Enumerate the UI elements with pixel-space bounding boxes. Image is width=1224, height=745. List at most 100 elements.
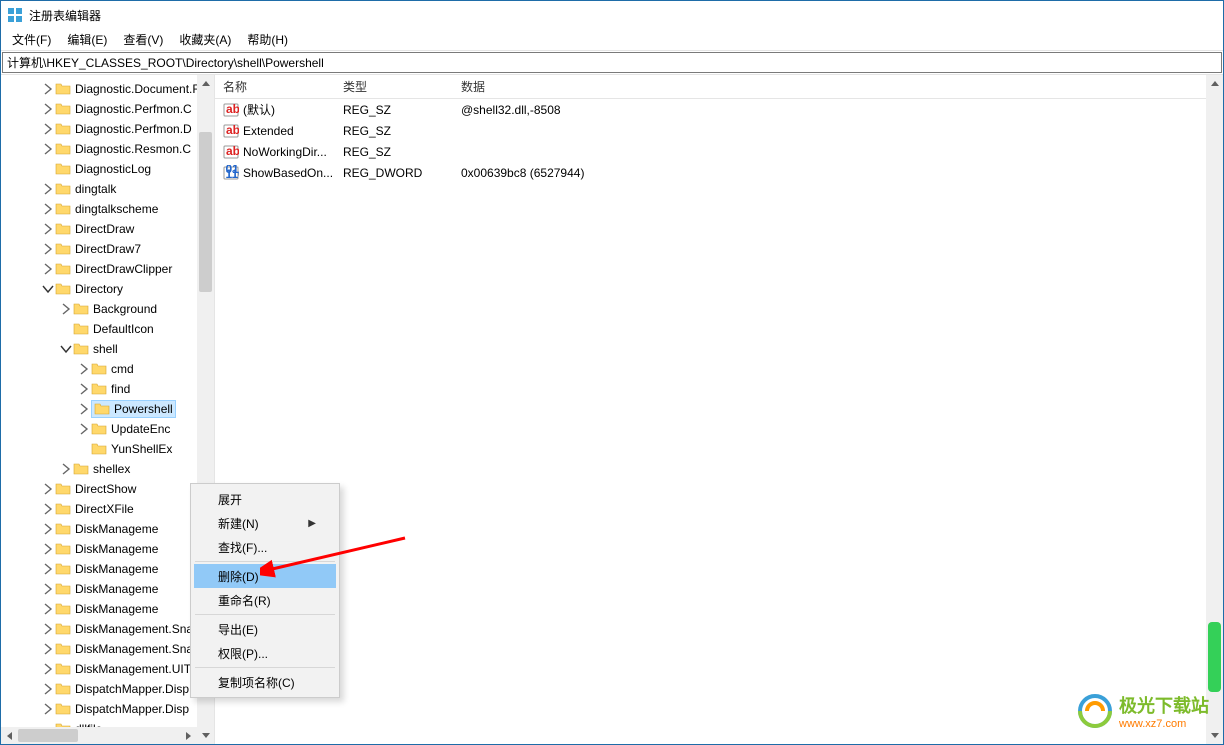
- scroll-thumb[interactable]: [199, 132, 212, 292]
- scroll-thumb[interactable]: [1208, 622, 1221, 692]
- chevron-right-icon[interactable]: [41, 542, 55, 556]
- chevron-right-icon[interactable]: [41, 702, 55, 716]
- tree-item[interactable]: Diagnostic.Document.F: [1, 79, 214, 99]
- tree-item[interactable]: DirectDraw: [1, 219, 214, 239]
- chevron-down-icon[interactable]: [59, 342, 73, 356]
- tree-item[interactable]: DispatchMapper.Disp: [1, 699, 214, 719]
- tree-item[interactable]: DiskManageme: [1, 599, 214, 619]
- chevron-right-icon[interactable]: [41, 522, 55, 536]
- chevron-right-icon[interactable]: [41, 482, 55, 496]
- chevron-right-icon[interactable]: [41, 642, 55, 656]
- tree-item[interactable]: Directory: [1, 279, 214, 299]
- tree-item[interactable]: DiskManageme: [1, 539, 214, 559]
- scroll-track[interactable]: [18, 727, 180, 744]
- list-row[interactable]: ShowBasedOn...REG_DWORD0x00639bc8 (65279…: [215, 162, 1223, 183]
- chevron-right-icon[interactable]: [41, 262, 55, 276]
- scroll-up-icon[interactable]: [197, 75, 214, 92]
- tree-item[interactable]: Diagnostic.Perfmon.D: [1, 119, 214, 139]
- chevron-down-icon[interactable]: [41, 282, 55, 296]
- tree-item[interactable]: DirectDraw7: [1, 239, 214, 259]
- chevron-right-icon[interactable]: [41, 122, 55, 136]
- tree-item[interactable]: DiskManageme: [1, 559, 214, 579]
- col-header-data[interactable]: 数据: [453, 78, 1223, 95]
- tree-item[interactable]: DefaultIcon: [1, 319, 214, 339]
- menu-separator: [195, 614, 335, 615]
- chevron-right-icon[interactable]: [41, 602, 55, 616]
- chevron-right-icon[interactable]: [41, 202, 55, 216]
- list-vscrollbar[interactable]: [1206, 75, 1223, 744]
- tree-item[interactable]: DirectXFile: [1, 499, 214, 519]
- chevron-right-icon[interactable]: [59, 462, 73, 476]
- chevron-right-icon[interactable]: [77, 362, 91, 376]
- tree-hscrollbar[interactable]: [1, 727, 197, 744]
- scroll-up-icon[interactable]: [1206, 75, 1223, 92]
- scroll-thumb[interactable]: [18, 729, 78, 742]
- scroll-right-icon[interactable]: [180, 727, 197, 744]
- titlebar[interactable]: 注册表编辑器: [1, 1, 1223, 29]
- menu-item[interactable]: 帮助(H): [240, 29, 295, 50]
- tree-item[interactable]: find: [1, 379, 214, 399]
- context-menu-item[interactable]: 查找(F)...: [194, 535, 336, 559]
- scroll-down-icon[interactable]: [197, 727, 214, 744]
- tree-item[interactable]: dingtalk: [1, 179, 214, 199]
- context-menu-item[interactable]: 删除(D): [194, 564, 336, 588]
- chevron-right-icon[interactable]: [77, 422, 91, 436]
- context-menu-item[interactable]: 导出(E): [194, 617, 336, 641]
- tree-item[interactable]: Diagnostic.Resmon.C: [1, 139, 214, 159]
- menu-item[interactable]: 收藏夹(A): [172, 29, 238, 50]
- tree-item[interactable]: DispatchMapper.Disp: [1, 679, 214, 699]
- menu-item[interactable]: 编辑(E): [60, 29, 114, 50]
- tree-item[interactable]: DiskManagement.Sna: [1, 639, 214, 659]
- chevron-right-icon[interactable]: [41, 142, 55, 156]
- folder-icon: [55, 521, 71, 537]
- value-string-icon: [223, 102, 239, 118]
- list-row[interactable]: NoWorkingDir...REG_SZ: [215, 141, 1223, 162]
- tree-item[interactable]: DiagnosticLog: [1, 159, 214, 179]
- chevron-right-icon[interactable]: [41, 502, 55, 516]
- tree-item[interactable]: UpdateEnc: [1, 419, 214, 439]
- chevron-right-icon[interactable]: [41, 242, 55, 256]
- scroll-left-icon[interactable]: [1, 727, 18, 744]
- menu-item[interactable]: 文件(F): [5, 29, 58, 50]
- tree-item[interactable]: shell: [1, 339, 214, 359]
- context-menu-item[interactable]: 权限(P)...: [194, 641, 336, 665]
- tree-item[interactable]: DirectDrawClipper: [1, 259, 214, 279]
- context-menu-item[interactable]: 重命名(R): [194, 588, 336, 612]
- tree-item[interactable]: Background: [1, 299, 214, 319]
- col-header-name[interactable]: 名称: [215, 78, 335, 95]
- tree-item[interactable]: shellex: [1, 459, 214, 479]
- scroll-track[interactable]: [1206, 92, 1223, 727]
- chevron-right-icon[interactable]: [77, 382, 91, 396]
- chevron-right-icon[interactable]: [41, 182, 55, 196]
- address-input[interactable]: [2, 52, 1222, 73]
- tree-item[interactable]: cmd: [1, 359, 214, 379]
- chevron-right-icon[interactable]: [41, 82, 55, 96]
- tree-item[interactable]: DiskManagement.Sna: [1, 619, 214, 639]
- context-menu-item[interactable]: 新建(N)▶: [194, 511, 336, 535]
- chevron-right-icon[interactable]: [41, 222, 55, 236]
- context-menu-item[interactable]: 展开: [194, 487, 336, 511]
- tree-item[interactable]: DiskManageme: [1, 519, 214, 539]
- tree-item[interactable]: DiskManagement.UIT: [1, 659, 214, 679]
- list-row[interactable]: ExtendedREG_SZ: [215, 120, 1223, 141]
- chevron-right-icon[interactable]: [41, 102, 55, 116]
- chevron-right-icon[interactable]: [41, 622, 55, 636]
- chevron-right-icon[interactable]: [59, 302, 73, 316]
- chevron-right-icon[interactable]: [41, 662, 55, 676]
- menu-item[interactable]: 查看(V): [116, 29, 170, 50]
- chevron-right-icon[interactable]: [41, 682, 55, 696]
- tree-item[interactable]: Diagnostic.Perfmon.C: [1, 99, 214, 119]
- tree-item[interactable]: Powershell: [1, 399, 214, 419]
- tree-item[interactable]: dingtalkscheme: [1, 199, 214, 219]
- chevron-right-icon[interactable]: [41, 582, 55, 596]
- col-header-type[interactable]: 类型: [335, 78, 453, 95]
- tree-item[interactable]: DirectShow: [1, 479, 214, 499]
- tree-item[interactable]: DiskManageme: [1, 579, 214, 599]
- chevron-right-icon[interactable]: [77, 402, 91, 416]
- chevron-right-icon[interactable]: [41, 562, 55, 576]
- list-row[interactable]: (默认)REG_SZ@shell32.dll,-8508: [215, 99, 1223, 120]
- tree-item-label: dingtalk: [75, 182, 116, 196]
- tree-item[interactable]: YunShellEx: [1, 439, 214, 459]
- context-menu-item[interactable]: 复制项名称(C): [194, 670, 336, 694]
- watermark-url: www.xz7.com: [1119, 718, 1209, 730]
